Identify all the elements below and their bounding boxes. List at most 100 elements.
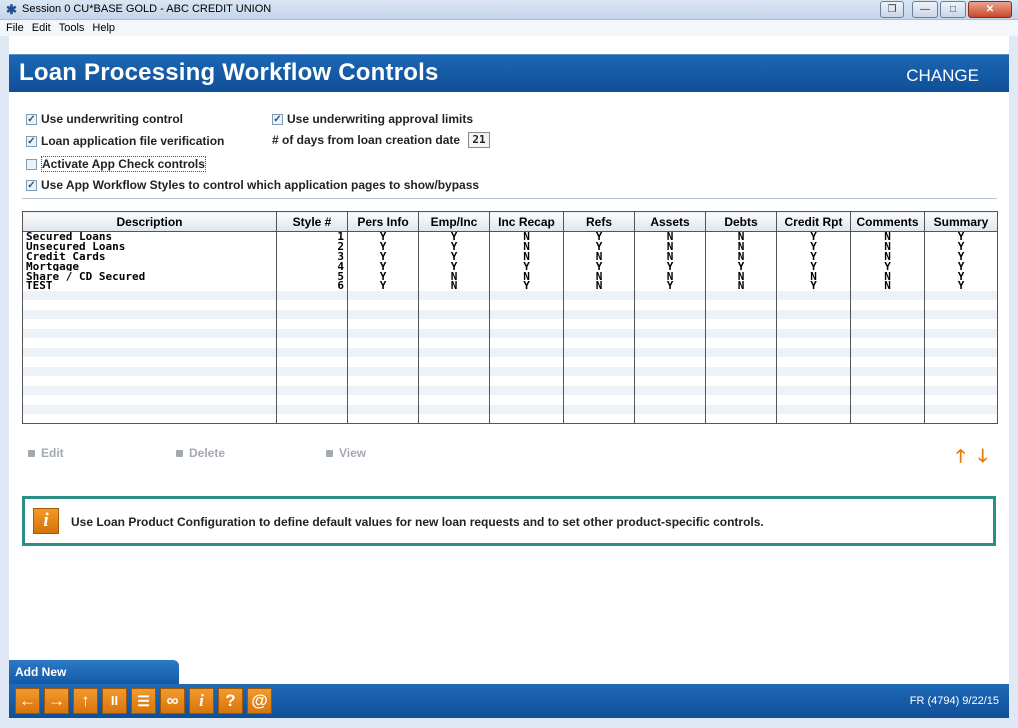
menu-edit[interactable]: Edit	[32, 20, 51, 36]
cell-style: 2	[276, 241, 348, 252]
help-icon[interactable]: ?	[218, 688, 243, 714]
close-button[interactable]: ✕	[968, 1, 1012, 18]
table-row[interactable]: Share / CD Secured 5 Y N N N N N N N Y	[22, 271, 998, 281]
column-header[interactable]: Summary	[924, 211, 998, 232]
add-new-button[interactable]: Add New	[9, 660, 179, 684]
empty-cell	[418, 357, 490, 367]
cell-flag: Y	[924, 251, 998, 262]
empty-cell	[924, 290, 998, 301]
column-header[interactable]: Refs	[563, 211, 635, 232]
empty-cell	[22, 395, 277, 405]
empty-cell	[347, 395, 419, 405]
column-header[interactable]: Credit Rpt	[776, 211, 851, 232]
pause-icon[interactable]: II	[102, 688, 127, 714]
empty-cell	[850, 309, 925, 320]
checkbox-icon[interactable]	[272, 113, 283, 125]
empty-cell	[705, 328, 777, 339]
empty-cell	[22, 366, 277, 377]
delete-action[interactable]: Delete	[176, 446, 225, 460]
menu-help[interactable]: Help	[92, 20, 115, 36]
column-header[interactable]: Emp/Inc	[418, 211, 490, 232]
empty-cell	[924, 338, 998, 348]
cell-flag: N	[563, 271, 635, 281]
scroll-down-icon[interactable]: 🡓	[978, 444, 987, 474]
table-row[interactable]: TEST 6 Y N Y N Y N Y N Y	[22, 280, 998, 291]
cell-description: Unsecured Loans	[22, 241, 277, 252]
menu-tools[interactable]: Tools	[59, 20, 85, 36]
cell-description: Mortgage	[22, 261, 277, 272]
days-from-creation-field[interactable]: 21	[468, 132, 491, 148]
column-header[interactable]: Assets	[634, 211, 706, 232]
checkbox-icon[interactable]	[26, 135, 37, 147]
empty-cell	[347, 357, 419, 367]
menu-file[interactable]: File	[6, 20, 24, 36]
option-label: Use underwriting control	[41, 112, 184, 126]
table-row[interactable]: Credit Cards 3 Y Y N N N N Y N Y	[22, 251, 998, 262]
cell-flag: Y	[347, 231, 419, 242]
scroll-up-icon[interactable]: 🡑	[956, 444, 965, 474]
checkbox-icon[interactable]	[26, 158, 37, 170]
empty-cell	[489, 357, 564, 367]
option-use-app-workflow-styles[interactable]: Use App Workflow Styles to control which…	[26, 178, 479, 192]
edit-action[interactable]: Edit	[28, 446, 64, 460]
cell-flag: Y	[776, 261, 851, 272]
empty-cell	[924, 357, 998, 367]
cell-flag: N	[489, 241, 564, 252]
minimize-button[interactable]: —	[912, 1, 938, 18]
empty-cell	[563, 328, 635, 339]
forward-arrow-icon[interactable]: →	[44, 688, 69, 714]
column-header[interactable]: Inc Recap	[489, 211, 564, 232]
column-header[interactable]: Debts	[705, 211, 777, 232]
up-arrow-icon[interactable]: ↑	[73, 688, 98, 714]
cell-flag: N	[563, 280, 635, 291]
empty-cell	[776, 309, 851, 320]
column-header[interactable]: Comments	[850, 211, 925, 232]
empty-cell	[276, 385, 348, 396]
print-icon[interactable]: ☰	[131, 688, 156, 714]
cell-flag: N	[489, 231, 564, 242]
empty-cell	[347, 290, 419, 301]
bottom-toolbar: ← → ↑ II ☰ ∞ i ? @ FR (4794) 9/22/15	[9, 684, 1009, 718]
empty-cell	[276, 309, 348, 320]
column-header[interactable]: Style #	[276, 211, 348, 232]
column-header[interactable]: Pers Info	[347, 211, 419, 232]
back-arrow-icon[interactable]: ←	[15, 688, 40, 714]
column-header[interactable]: Description	[22, 211, 277, 232]
empty-cell	[850, 385, 925, 396]
view-action[interactable]: View	[326, 446, 366, 460]
option-use-underwriting-approval-limits[interactable]: Use underwriting approval limits	[272, 112, 473, 126]
table-row[interactable]: Unsecured Loans 2 Y Y N Y N N Y N Y	[22, 241, 998, 252]
restore-icon[interactable]: ❐	[880, 1, 904, 18]
cell-flag: Y	[776, 241, 851, 252]
checkbox-icon[interactable]	[26, 179, 37, 191]
empty-cell	[418, 414, 490, 425]
empty-cell	[22, 385, 277, 396]
empty-cell	[924, 385, 998, 396]
table-row[interactable]: Secured Loans 1 Y Y N Y N N Y N Y	[22, 231, 998, 242]
table-row[interactable]: Mortgage 4 Y Y Y Y Y Y Y Y Y	[22, 261, 998, 272]
option-use-underwriting-control[interactable]: Use underwriting control	[26, 112, 183, 126]
info-button-icon[interactable]: i	[189, 688, 214, 714]
empty-cell	[634, 404, 706, 415]
empty-cell	[489, 338, 564, 348]
cell-flag: Y	[776, 251, 851, 262]
empty-cell	[347, 404, 419, 415]
bullet-icon	[176, 449, 183, 457]
empty-cell	[347, 376, 419, 386]
at-sign-icon[interactable]: @	[247, 688, 272, 714]
right-rail	[1009, 36, 1018, 728]
option-loan-application-file-verification[interactable]: Loan application file verification	[26, 134, 224, 148]
checkbox-icon[interactable]	[26, 113, 37, 125]
empty-cell	[776, 395, 851, 405]
bottom-strip	[0, 718, 1018, 728]
empty-cell	[705, 357, 777, 367]
link-icon[interactable]: ∞	[160, 688, 185, 714]
option-activate-app-check[interactable]: Activate App Check controls	[26, 156, 206, 172]
empty-cell	[489, 376, 564, 386]
maximize-button[interactable]: □	[940, 1, 966, 18]
info-text: Use Loan Product Configuration to define…	[71, 515, 764, 529]
empty-cell	[276, 376, 348, 386]
empty-cell	[634, 290, 706, 301]
cell-flag: N	[850, 280, 925, 291]
empty-cell	[850, 395, 925, 405]
